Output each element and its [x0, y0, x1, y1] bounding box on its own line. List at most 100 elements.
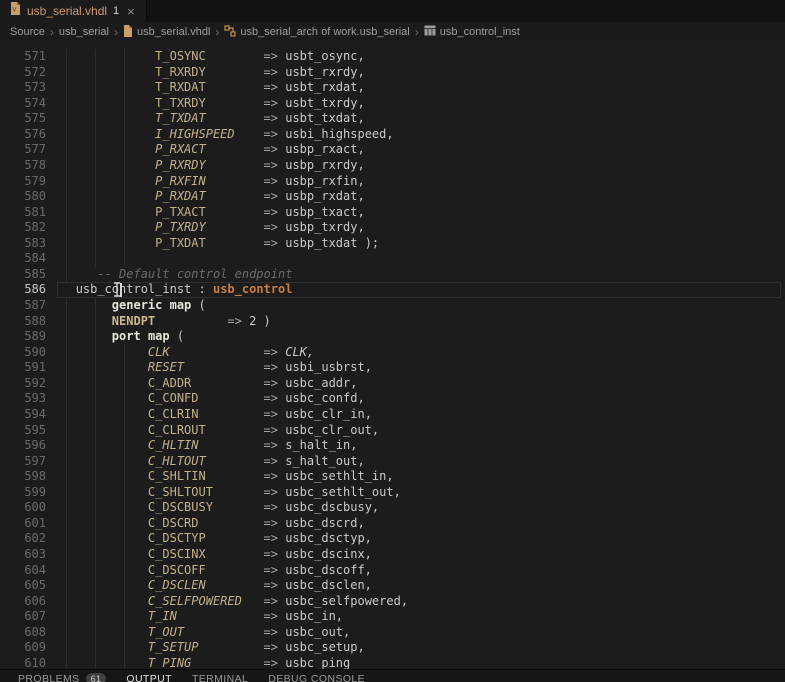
code-text[interactable]: C_CONFD => usbc_confd,	[54, 391, 365, 407]
code-line[interactable]: 604 C_DSCOFF => usbc_dscoff,	[0, 563, 785, 579]
code-line[interactable]: 608 T_OUT => usbc_out,	[0, 625, 785, 641]
code-line[interactable]: 589 port map (	[0, 329, 785, 345]
code-line[interactable]: 599 C_SHLTOUT => usbc_sethlt_out,	[0, 485, 785, 501]
code-text[interactable]: C_DSCTYP => usbc_dsctyp,	[54, 531, 372, 547]
code-line[interactable]: 574 T_TXRDY => usbt_txrdy,	[0, 96, 785, 112]
panel-tab-problems[interactable]: PROBLEMS 61	[18, 673, 106, 682]
code-text[interactable]: C_CLROUT => usbc_clr_out,	[54, 423, 379, 439]
line-number: 600	[0, 500, 46, 516]
code-line[interactable]: 594 C_CLRIN => usbc_clr_in,	[0, 407, 785, 423]
panel-tab-terminal[interactable]: TERMINAL	[192, 673, 248, 682]
code-text[interactable]: P_RXRDY => usbp_rxrdy,	[54, 158, 365, 174]
code-line[interactable]: 573 T_RXDAT => usbt_rxdat,	[0, 80, 785, 96]
code-line[interactable]: 600 C_DSCBUSY => usbc_dscbusy,	[0, 500, 785, 516]
code-line[interactable]: 610 T_PING => usbc_ping	[0, 656, 785, 669]
code-text[interactable]: T_OSYNC => usbt_osync,	[54, 49, 365, 65]
code-line[interactable]: 592 C_ADDR => usbc_addr,	[0, 376, 785, 392]
code-line[interactable]: 597 C_HLTOUT => s_halt_out,	[0, 454, 785, 470]
breadcrumb-item-instance[interactable]: usb_control_inst	[424, 25, 520, 39]
code-line[interactable]: 577 P_RXACT => usbp_rxact,	[0, 142, 785, 158]
code-text[interactable]: C_SELFPOWERED => usbc_selfpowered,	[54, 594, 408, 610]
code-line[interactable]: 579 P_RXFIN => usbp_rxfin,	[0, 174, 785, 190]
code-text[interactable]: T_SETUP => usbc_setup,	[54, 640, 365, 656]
code-line[interactable]: 588 NENDPT => 2 )	[0, 314, 785, 330]
code-text[interactable]: T_TXDAT => usbt_txdat,	[54, 111, 365, 127]
close-icon[interactable]: ×	[125, 5, 137, 18]
code-text[interactable]: C_HLTIN => s_halt_in,	[54, 438, 357, 454]
code-text[interactable]: RESET => usbi_usbrst,	[54, 360, 372, 376]
code-line[interactable]: 591 RESET => usbi_usbrst,	[0, 360, 785, 376]
breadcrumb-item-source[interactable]: Source	[10, 26, 45, 38]
code-line[interactable]: 606 C_SELFPOWERED => usbc_selfpowered,	[0, 594, 785, 610]
code-text[interactable]: T_PING => usbc_ping	[54, 656, 350, 669]
code-line[interactable]: 586 usb_control_inst : usb_control	[0, 282, 785, 298]
tab-badge: 1	[113, 5, 119, 17]
code-text[interactable]: C_DSCBUSY => usbc_dscbusy,	[54, 500, 379, 516]
indent-guide	[95, 251, 96, 267]
code-text[interactable]: C_DSCINX => usbc_dscinx,	[54, 547, 372, 563]
code-text[interactable]: P_RXFIN => usbp_rxfin,	[54, 174, 365, 190]
panel-tab-debug-console[interactable]: DEBUG CONSOLE	[268, 673, 365, 682]
code-line[interactable]: 581 P_TXACT => usbp_txact,	[0, 205, 785, 221]
code-line[interactable]: 585 -- Default control endpoint	[0, 267, 785, 283]
panel-tab-output[interactable]: OUTPUT	[126, 673, 172, 682]
code-text[interactable]: T_IN => usbc_in,	[54, 609, 343, 625]
line-number: 574	[0, 96, 46, 112]
code-line[interactable]: 593 C_CONFD => usbc_confd,	[0, 391, 785, 407]
code-line[interactable]: 584	[0, 251, 785, 267]
code-text[interactable]: NENDPT => 2 )	[54, 314, 271, 330]
code-text[interactable]: port map (	[54, 329, 184, 345]
code-text[interactable]: P_RXDAT => usbp_rxdat,	[54, 189, 365, 205]
chevron-right-icon: ›	[50, 25, 54, 39]
code-editor[interactable]: 571 T_OSYNC => usbt_osync,572 T_RXRDY =>…	[0, 42, 785, 669]
code-text[interactable]: C_ADDR => usbc_addr,	[54, 376, 357, 392]
code-line[interactable]: 576 I_HIGHSPEED => usbi_highspeed,	[0, 127, 785, 143]
code-text[interactable]: I_HIGHSPEED => usbi_highspeed,	[54, 127, 394, 143]
breadcrumb-item-architecture[interactable]: usb_serial_arch of work.usb_serial	[224, 25, 409, 40]
code-line[interactable]: 575 T_TXDAT => usbt_txdat,	[0, 111, 785, 127]
code-text[interactable]: C_DSCRD => usbc_dscrd,	[54, 516, 365, 532]
code-line[interactable]: 595 C_CLROUT => usbc_clr_out,	[0, 423, 785, 439]
code-line[interactable]: 590 CLK => CLK,	[0, 345, 785, 361]
code-line[interactable]: 571 T_OSYNC => usbt_osync,	[0, 49, 785, 65]
code-text[interactable]: P_RXACT => usbp_rxact,	[54, 142, 365, 158]
code-line[interactable]: 587 generic map (	[0, 298, 785, 314]
code-line[interactable]: 596 C_HLTIN => s_halt_in,	[0, 438, 785, 454]
code-text[interactable]: P_TXDAT => usbp_txdat );	[54, 236, 379, 252]
line-number: 596	[0, 438, 46, 454]
code-text[interactable]: C_DSCOFF => usbc_dscoff,	[54, 563, 372, 579]
code-text[interactable]: C_SHLTIN => usbc_sethlt_in,	[54, 469, 394, 485]
code-text[interactable]: CLK => CLK,	[54, 345, 314, 361]
code-line[interactable]: 572 T_RXRDY => usbt_rxrdy,	[0, 65, 785, 81]
code-text[interactable]: C_DSCLEN => usbc_dsclen,	[54, 578, 372, 594]
breadcrumb-item-file[interactable]: usb_serial.vhdl	[123, 25, 210, 40]
code-text[interactable]: C_CLRIN => usbc_clr_in,	[54, 407, 372, 423]
breadcrumb-item-usb-serial[interactable]: usb_serial	[59, 26, 109, 38]
code-text[interactable]: generic map (	[54, 298, 206, 314]
code-line[interactable]: 601 C_DSCRD => usbc_dscrd,	[0, 516, 785, 532]
code-text[interactable]: -- Default control endpoint	[54, 267, 292, 283]
code-line[interactable]: 583 P_TXDAT => usbp_txdat );	[0, 236, 785, 252]
code-text[interactable]: T_RXRDY => usbt_rxrdy,	[54, 65, 365, 81]
code-text[interactable]: C_HLTOUT => s_halt_out,	[54, 454, 365, 470]
code-line[interactable]: 598 C_SHLTIN => usbc_sethlt_in,	[0, 469, 785, 485]
code-line[interactable]: 603 C_DSCINX => usbc_dscinx,	[0, 547, 785, 563]
code-text[interactable]: usb_control_inst : usb_control	[54, 282, 292, 298]
code-line[interactable]: 580 P_RXDAT => usbp_rxdat,	[0, 189, 785, 205]
code-text[interactable]: C_SHLTOUT => usbc_sethlt_out,	[54, 485, 401, 501]
file-icon	[123, 25, 133, 40]
tab-usb-serial-vhdl[interactable]: V usb_serial.vhdl 1 ×	[0, 0, 147, 22]
code-line[interactable]: 578 P_RXRDY => usbp_rxrdy,	[0, 158, 785, 174]
code-text[interactable]: T_TXRDY => usbt_txrdy,	[54, 96, 365, 112]
code-text[interactable]: T_OUT => usbc_out,	[54, 625, 350, 641]
code-line[interactable]: 582 P_TXRDY => usbp_txrdy,	[0, 220, 785, 236]
code-text[interactable]: P_TXRDY => usbp_txrdy,	[54, 220, 365, 236]
code-line[interactable]: 602 C_DSCTYP => usbc_dsctyp,	[0, 531, 785, 547]
indent-guide	[124, 251, 125, 267]
code-text[interactable]: T_RXDAT => usbt_rxdat,	[54, 80, 365, 96]
code-line[interactable]: 609 T_SETUP => usbc_setup,	[0, 640, 785, 656]
code-line[interactable]: 605 C_DSCLEN => usbc_dsclen,	[0, 578, 785, 594]
code-text[interactable]: P_TXACT => usbp_txact,	[54, 205, 365, 221]
code-line[interactable]: 607 T_IN => usbc_in,	[0, 609, 785, 625]
bottom-panel: PROBLEMS 61 OUTPUT TERMINAL DEBUG CONSOL…	[0, 669, 785, 682]
